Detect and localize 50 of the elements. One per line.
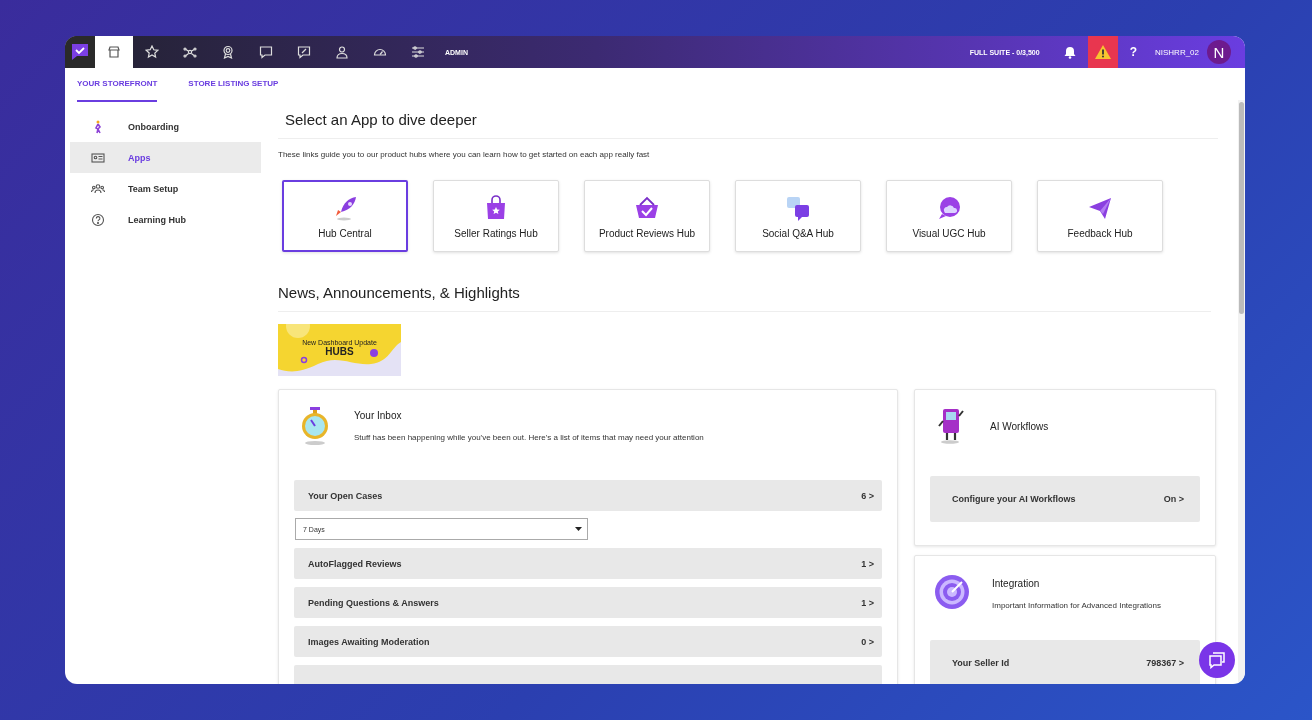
hub-card[interactable]: Seller Ratings Hub	[433, 180, 559, 252]
network-icon	[183, 45, 197, 59]
warning-button[interactable]	[1087, 36, 1118, 68]
seller-id-row[interactable]: Your Seller Id 798367 >	[930, 640, 1200, 684]
hub-card[interactable]: Visual UGC Hub	[886, 180, 1012, 252]
card-description: Stuff has been happening while you've been out. Here's a list of items that may need your attention	[354, 433, 704, 442]
chat-icon	[1208, 651, 1226, 669]
inbox-row[interactable]: Images Awaiting Moderation 0 >	[294, 626, 882, 657]
sidebar-item[interactable]: Onboarding	[70, 111, 261, 142]
sliders-icon	[411, 45, 425, 59]
card-description: Important Information for Advanced Integrations	[992, 601, 1161, 610]
tab[interactable]: YOUR STOREFRONT	[77, 68, 158, 102]
scrollbar[interactable]	[1238, 100, 1245, 684]
storefront-icon	[107, 45, 121, 59]
hub-card[interactable]: Feedback Hub	[1037, 180, 1163, 252]
inbox-row[interactable]: Pending Questions & Answers 1 >	[294, 587, 882, 618]
bell-icon[interactable]	[1063, 45, 1076, 59]
id-card-icon	[91, 150, 105, 165]
hub-card[interactable]: Social Q&A Hub	[735, 180, 861, 252]
card-title: Your Inbox	[354, 410, 403, 421]
user-avatar[interactable]: N	[1207, 40, 1231, 64]
chat-icon	[259, 45, 273, 59]
username[interactable]: NISHRR_02	[1155, 47, 1199, 57]
logo-icon[interactable]	[70, 42, 90, 62]
dropdown-caret-icon	[575, 527, 582, 531]
star-icon	[145, 45, 159, 59]
user-icon	[335, 45, 349, 59]
hub-card[interactable]: Hub Central	[282, 180, 408, 252]
ai-workflows-row[interactable]: Configure your AI Workflows On >	[930, 476, 1200, 522]
card-title: Integration	[992, 578, 1041, 589]
tab[interactable]: STORE LISTING SETUP	[188, 68, 279, 102]
chat-button[interactable]	[1199, 642, 1235, 678]
sidebar-item[interactable]: Team Setup	[70, 173, 261, 204]
warning-icon	[1093, 44, 1112, 60]
edit-chat-icon	[297, 45, 311, 59]
team-icon	[91, 181, 105, 196]
banner-title: HUBS	[325, 346, 354, 357]
help-circle-icon	[91, 212, 105, 227]
open-cases-row[interactable]: Your Open Cases 6 >	[294, 480, 882, 511]
section-title: News, Announcements, & Highlights	[278, 252, 1211, 312]
sidebar-item[interactable]: Learning Hub	[70, 204, 261, 235]
sidebar-item[interactable]: Apps	[70, 142, 261, 173]
award-icon	[221, 45, 235, 59]
inbox-row[interactable]: AutoFlagged Reviews 1 >	[294, 548, 882, 579]
card-title: AI Workflows	[990, 420, 1049, 432]
section-description: These links guide you to our product hubs where you can learn how to get started on each app really fast	[278, 150, 651, 159]
section-title: Select an App to dive deeper	[278, 100, 1218, 139]
help-button[interactable]: ?	[1129, 45, 1137, 59]
target-icon	[934, 574, 970, 610]
hub-card[interactable]: Product Reviews Hub	[584, 180, 710, 252]
